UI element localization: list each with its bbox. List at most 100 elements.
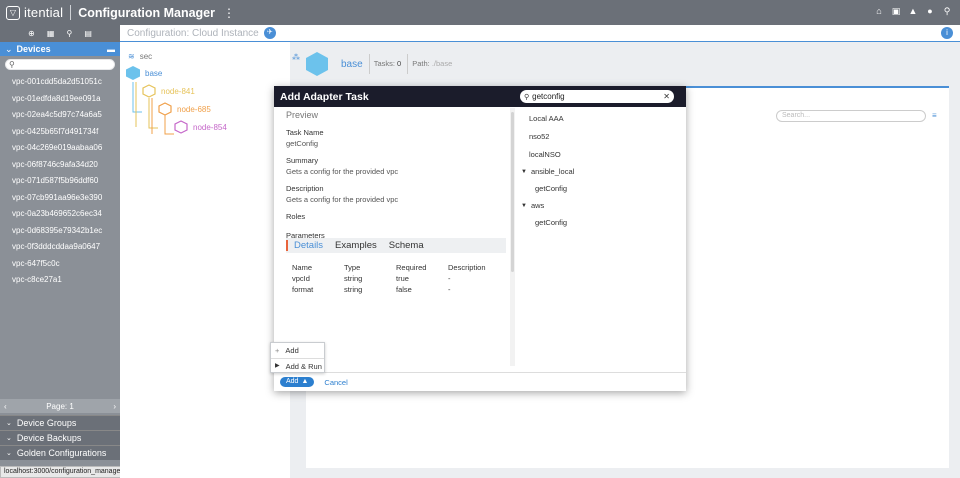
device-item[interactable]: vpc-c8ce27a1 — [0, 272, 120, 289]
content-search-input[interactable]: Search... — [776, 110, 926, 122]
search-icon[interactable]: ⚲ — [942, 6, 952, 17]
result-task-item[interactable]: getConfig — [521, 180, 681, 198]
device-item[interactable]: vpc-0f3dddcddaa9a0647 — [0, 239, 120, 256]
tab-schema[interactable]: Schema — [383, 240, 430, 251]
hex-outline-icon — [142, 84, 156, 98]
search-icon: ⚲ — [524, 93, 530, 101]
caret-up-icon: ▲ — [301, 378, 309, 385]
filter-icon[interactable]: ≡ — [932, 111, 937, 120]
device-item[interactable]: vpc-02ea4c5d97c74a6a5 — [0, 107, 120, 124]
divider — [70, 5, 72, 20]
chevron-down-icon: ⌄ — [6, 420, 12, 427]
top-icons: ⌂ ▣ ▲ ● ⚲ — [874, 6, 952, 17]
table-cell: format — [292, 285, 314, 294]
pin-icon[interactable]: ✈ — [263, 27, 276, 39]
modal-search[interactable]: ⚲ ✕ — [520, 90, 674, 103]
info-icon[interactable]: i — [941, 27, 953, 39]
tab-details[interactable]: Details — [286, 240, 329, 251]
logo[interactable]: ▽ itential — [6, 5, 63, 20]
grid-icon[interactable]: ▦ — [47, 29, 55, 38]
tree-node-base[interactable]: base — [126, 66, 162, 80]
devices-header[interactable]: ⌄ Devices ▬ — [0, 42, 120, 56]
home-icon[interactable]: ⌂ — [874, 6, 884, 17]
hex-outline-icon — [158, 102, 172, 116]
group-label: aws — [530, 201, 545, 210]
prev-page-icon[interactable]: ‹ — [4, 402, 7, 411]
description-value: Gets a config for the provided vpc — [286, 195, 399, 204]
result-item[interactable]: Local AAA — [521, 110, 681, 128]
result-item[interactable]: nso52 — [521, 128, 681, 146]
path-label: Path: — [412, 59, 430, 68]
add-adapter-task-modal: Add Adapter Task ⚲ ✕ Preview Task Name g… — [274, 86, 686, 391]
device-search-input[interactable]: ⚲ — [5, 59, 115, 70]
preview-tabs: Details Examples Schema — [286, 238, 506, 253]
tree-node-854[interactable]: node-854 — [174, 120, 227, 134]
tree-node-841[interactable]: node-841 — [142, 84, 195, 98]
bell-icon[interactable]: ▲ — [908, 6, 918, 17]
device-item[interactable]: vpc-0d68395e79342b1ec — [0, 223, 120, 240]
page-indicator: Page: 1 — [46, 401, 74, 411]
tree-node-label: node-685 — [177, 104, 211, 114]
table-cell: string — [344, 274, 363, 283]
tree-node-label: base — [145, 68, 163, 78]
kebab-icon[interactable]: ⋮ — [223, 6, 235, 20]
table-cell: false — [396, 285, 412, 294]
task-preview: Preview Task Name getConfig Summary Gets… — [286, 110, 506, 240]
device-item[interactable]: vpc-071d587f5b96ddf60 — [0, 173, 120, 190]
add-button[interactable]: Add ▲ — [280, 377, 315, 387]
table-cell: vpcId — [292, 274, 310, 283]
tab-examples[interactable]: Examples — [329, 240, 383, 251]
column-header: Required — [396, 263, 427, 272]
device-item[interactable]: vpc-0a23b469652c6ec34 — [0, 206, 120, 223]
app-title: Configuration Manager — [78, 5, 215, 20]
menu-item-label: Add & Run — [285, 361, 322, 371]
play-icon: ▶ — [275, 362, 280, 369]
briefcase-icon[interactable]: ▣ — [891, 6, 901, 17]
sidebar-section-device-groups[interactable]: ⌄ Device Groups — [0, 415, 120, 430]
section-label: Golden Configurations — [16, 448, 107, 458]
add-icon[interactable]: ⊕ — [28, 29, 35, 38]
plus-icon: + — [275, 346, 280, 355]
hex-icon — [126, 66, 140, 80]
device-item[interactable]: vpc-01edfda8d19ee091a — [0, 91, 120, 108]
next-page-icon[interactable]: › — [113, 402, 116, 411]
sidebar-section-golden-configurations[interactable]: ⌄ Golden Configurations — [0, 445, 120, 460]
column-header: Description — [448, 263, 486, 272]
search-icon[interactable]: ⚲ — [66, 29, 72, 38]
tasks-label: Tasks: — [373, 59, 395, 68]
task-search-input[interactable] — [532, 92, 653, 101]
device-item[interactable]: vpc-04c269e019aabaa06 — [0, 140, 120, 157]
hierarchy-icon[interactable]: ⁂ — [292, 53, 300, 62]
summary-value: Gets a config for the provided vpc — [286, 167, 399, 176]
device-item[interactable]: vpc-647f5c0c — [0, 256, 120, 273]
device-item[interactable]: vpc-07cb991aa96e3e390 — [0, 190, 120, 207]
path-meta: Path: ./base — [407, 54, 452, 74]
clear-icon[interactable]: ✕ — [663, 92, 670, 101]
base-header: base Tasks: 0 Path: ./base — [306, 50, 452, 78]
table-header-row: Name Type Required Description — [292, 262, 508, 273]
column-header: Name — [292, 263, 313, 272]
add-label: Add — [286, 378, 299, 385]
menu-item-add[interactable]: + Add — [271, 343, 324, 358]
device-list: vpc-001cdd5da2d51051c vpc-01edfda8d19ee0… — [0, 74, 120, 289]
result-task-item[interactable]: getConfig — [521, 214, 681, 232]
cancel-button[interactable]: Cancel — [324, 378, 347, 387]
itential-logo-icon: ▽ — [6, 5, 20, 20]
sidebar-section-device-backups[interactable]: ⌄ Device Backups — [0, 430, 120, 445]
list-view-icon[interactable]: ▬ — [107, 45, 115, 54]
preview-scrollbar[interactable] — [510, 108, 515, 366]
modal-footer: Add ▲ Cancel — [274, 372, 686, 391]
result-group-aws[interactable]: ▼ aws — [521, 198, 681, 214]
device-item[interactable]: vpc-001cdd5da2d51051c — [0, 74, 120, 91]
status-url: localhost:3000/configuration_manager/# — [0, 466, 133, 478]
result-group-ansible-local[interactable]: ▼ ansible_local — [521, 164, 681, 180]
add-dropdown-menu: + Add ▶ Add & Run — [270, 342, 325, 373]
result-item[interactable]: localNSO — [521, 146, 681, 164]
scrollbar-thumb[interactable] — [511, 112, 514, 272]
document-icon[interactable]: ▤ — [84, 29, 92, 38]
user-icon[interactable]: ● — [925, 6, 935, 17]
tree-node-685[interactable]: node-685 — [158, 102, 211, 116]
device-item[interactable]: vpc-06f8746c9afa34d20 — [0, 157, 120, 174]
device-item[interactable]: vpc-0425b65f7d491734f — [0, 124, 120, 141]
menu-item-add-run[interactable]: ▶ Add & Run — [271, 358, 324, 373]
